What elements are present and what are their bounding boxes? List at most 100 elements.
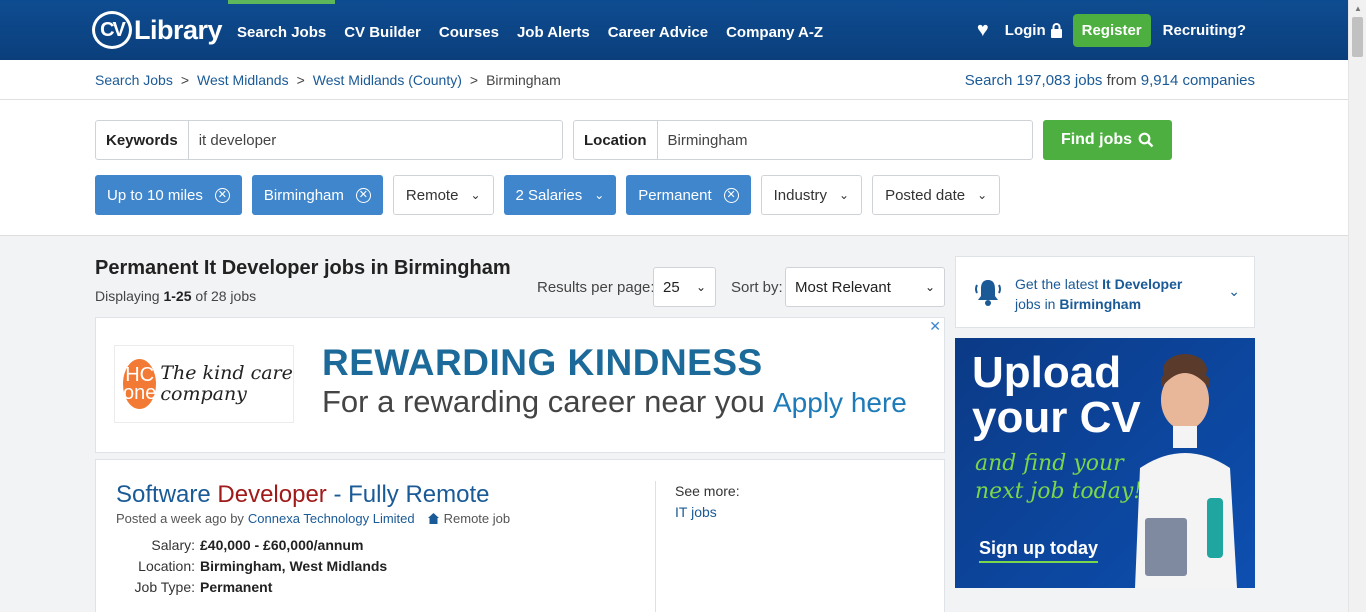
nav-job-alerts[interactable]: Job Alerts xyxy=(508,0,599,60)
breadcrumb-west-midlands[interactable]: West Midlands xyxy=(197,72,289,88)
displaying-prefix: Displaying xyxy=(95,288,160,304)
results-per-page-select[interactable]: 25 ⌄ xyxy=(653,267,716,307)
posted-text: Posted a week ago by xyxy=(116,511,244,526)
results-heading: Permanent It Developer jobs in Birmingha… xyxy=(95,257,511,279)
logo-text: Library xyxy=(134,14,223,45)
breadcrumb-separator: > xyxy=(180,72,190,88)
keywords-label: Keywords xyxy=(96,121,189,159)
count-companies[interactable]: 9,914 companies xyxy=(1141,72,1255,89)
alert-keyword: It Developer xyxy=(1102,276,1183,292)
breadcrumb-separator: > xyxy=(469,72,479,88)
remote-job-label: Remote job xyxy=(443,511,511,526)
job-title-part: - Fully Remote xyxy=(326,481,490,508)
nav-cv-builder[interactable]: CV Builder xyxy=(335,0,430,60)
chevron-down-icon: ⌄ xyxy=(470,188,481,202)
banner-line-1: Upload xyxy=(972,348,1122,397)
banner-headline: Upload your CV xyxy=(972,350,1141,440)
job-type-value: Permanent xyxy=(200,579,273,595)
displaying-range: 1-25 xyxy=(163,288,192,304)
upload-cv-banner[interactable]: Upload your CV and find your next job to… xyxy=(955,338,1255,588)
job-title-part: Software xyxy=(116,481,218,508)
filter-bar: Up to 10 miles ✕ Birmingham ✕ Remote ⌄ 2… xyxy=(95,175,1001,215)
banner-line-3: and find your xyxy=(975,451,1124,476)
divider xyxy=(655,481,656,612)
filter-job-type[interactable]: Permanent ✕ xyxy=(626,175,751,215)
find-jobs-label: Find jobs xyxy=(1060,131,1133,148)
ad-subline: For a rewarding career near you xyxy=(322,384,765,419)
filter-distance[interactable]: Up to 10 miles ✕ xyxy=(95,175,242,215)
nav-courses[interactable]: Courses xyxy=(430,0,508,60)
nav-company-a-z[interactable]: Company A-Z xyxy=(717,0,832,60)
chevron-down-icon: ⌄ xyxy=(839,188,850,202)
advert-banner[interactable]: ✕ HC one The kind care company REWARDING… xyxy=(95,317,945,453)
filter-posted-date[interactable]: Posted date ⌄ xyxy=(872,175,1001,215)
it-jobs-link[interactable]: IT jobs xyxy=(675,504,717,520)
chevron-down-icon: ⌄ xyxy=(924,280,935,294)
login-label: Login xyxy=(1004,21,1046,39)
keywords-field: Keywords it developer xyxy=(95,120,563,160)
main-nav: Search Jobs CV Builder Courses Job Alert… xyxy=(228,0,832,60)
results-per-page-value: 25 xyxy=(663,278,680,296)
job-title-link[interactable]: Software Developer - Fully Remote xyxy=(116,481,490,509)
filter-location[interactable]: Birmingham ✕ xyxy=(251,175,383,215)
alert-place: Birmingham xyxy=(1059,296,1142,312)
find-jobs-button[interactable]: Find jobs xyxy=(1043,120,1172,160)
job-type-label: Job Type: xyxy=(134,579,195,595)
recruiting-link[interactable]: Recruiting? xyxy=(1163,22,1246,39)
banner-line-2: your CV xyxy=(972,393,1141,442)
filter-job-type-label: Permanent xyxy=(638,186,712,204)
filter-salary[interactable]: 2 Salaries ⌄ xyxy=(503,175,617,215)
search-icon xyxy=(1138,132,1154,148)
login-link[interactable]: Login xyxy=(1005,22,1063,39)
sort-by-value: Most Relevant xyxy=(795,278,891,296)
filter-remote[interactable]: Remote ⌄ xyxy=(392,175,494,215)
heart-icon[interactable]: ♥ xyxy=(977,19,989,42)
chevron-down-icon: ⌄ xyxy=(594,188,605,202)
banner-line-4: next job today! xyxy=(975,479,1143,504)
scrollbar-thumb[interactable] xyxy=(1352,17,1363,57)
breadcrumb-west-midlands-county[interactable]: West Midlands (County) xyxy=(313,72,462,88)
remove-filter-icon[interactable]: ✕ xyxy=(214,187,230,203)
remove-filter-icon[interactable]: ✕ xyxy=(355,187,371,203)
register-button[interactable]: Register xyxy=(1072,13,1151,47)
breadcrumb-separator: > xyxy=(296,72,305,88)
salary-label: Salary: xyxy=(151,537,195,553)
nav-career-advice[interactable]: Career Advice xyxy=(599,0,717,60)
hc-one-logo: HC one The kind care company xyxy=(114,345,294,423)
breadcrumb-current: Birmingham xyxy=(486,72,561,88)
job-alert-box[interactable]: Get the latest It Developer jobs in Birm… xyxy=(955,256,1255,328)
keywords-input[interactable]: it developer xyxy=(189,121,287,159)
remove-filter-icon[interactable]: ✕ xyxy=(723,187,739,203)
sort-by-select[interactable]: Most Relevant ⌄ xyxy=(785,267,945,307)
logo-cv-mark: CV xyxy=(92,11,132,49)
filter-industry-label: Industry xyxy=(773,186,827,204)
page-scrollbar[interactable]: ▲ xyxy=(1348,0,1366,612)
cv-library-logo[interactable]: CV Library xyxy=(92,10,223,50)
chevron-down-icon: ⌄ xyxy=(695,280,706,294)
hc-one-mark: HC one xyxy=(123,359,156,409)
bell-icon xyxy=(975,280,1001,306)
home-icon xyxy=(427,513,439,524)
count-prefix[interactable]: Search xyxy=(965,72,1013,89)
banner-tagline: and find your next job today! xyxy=(975,450,1142,506)
job-card: Software Developer - Fully Remote Posted… xyxy=(95,459,945,612)
ad-apply-link[interactable]: Apply here xyxy=(773,387,907,419)
chevron-down-icon[interactable]: ⌄ xyxy=(1228,283,1240,300)
search-panel: Keywords it developer Location Birmingha… xyxy=(0,100,1348,236)
results-count: Displaying 1-25 of 28 jobs xyxy=(95,288,256,304)
filter-industry[interactable]: Industry ⌄ xyxy=(760,175,863,215)
scroll-up-icon[interactable]: ▲ xyxy=(1354,4,1362,13)
filter-distance-label: Up to 10 miles xyxy=(107,186,203,204)
company-link[interactable]: Connexa Technology Limited xyxy=(248,511,415,526)
nav-search-jobs[interactable]: Search Jobs xyxy=(228,0,336,60)
job-title-keyword: Developer xyxy=(217,481,327,508)
count-jobs[interactable]: 197,083 jobs xyxy=(1017,72,1103,89)
person-illustration xyxy=(1135,354,1237,588)
site-job-count: Search 197,083 jobs from 9,914 companies xyxy=(965,72,1255,89)
close-ad-icon[interactable]: ✕ xyxy=(929,318,941,335)
breadcrumb-search-jobs[interactable]: Search Jobs xyxy=(95,72,173,88)
sign-up-today-link[interactable]: Sign up today xyxy=(979,538,1098,563)
filter-salary-label: 2 Salaries xyxy=(515,186,583,204)
location-input[interactable]: Birmingham xyxy=(658,121,758,159)
job-alert-text: Get the latest It Developer jobs in Birm… xyxy=(1015,274,1215,314)
